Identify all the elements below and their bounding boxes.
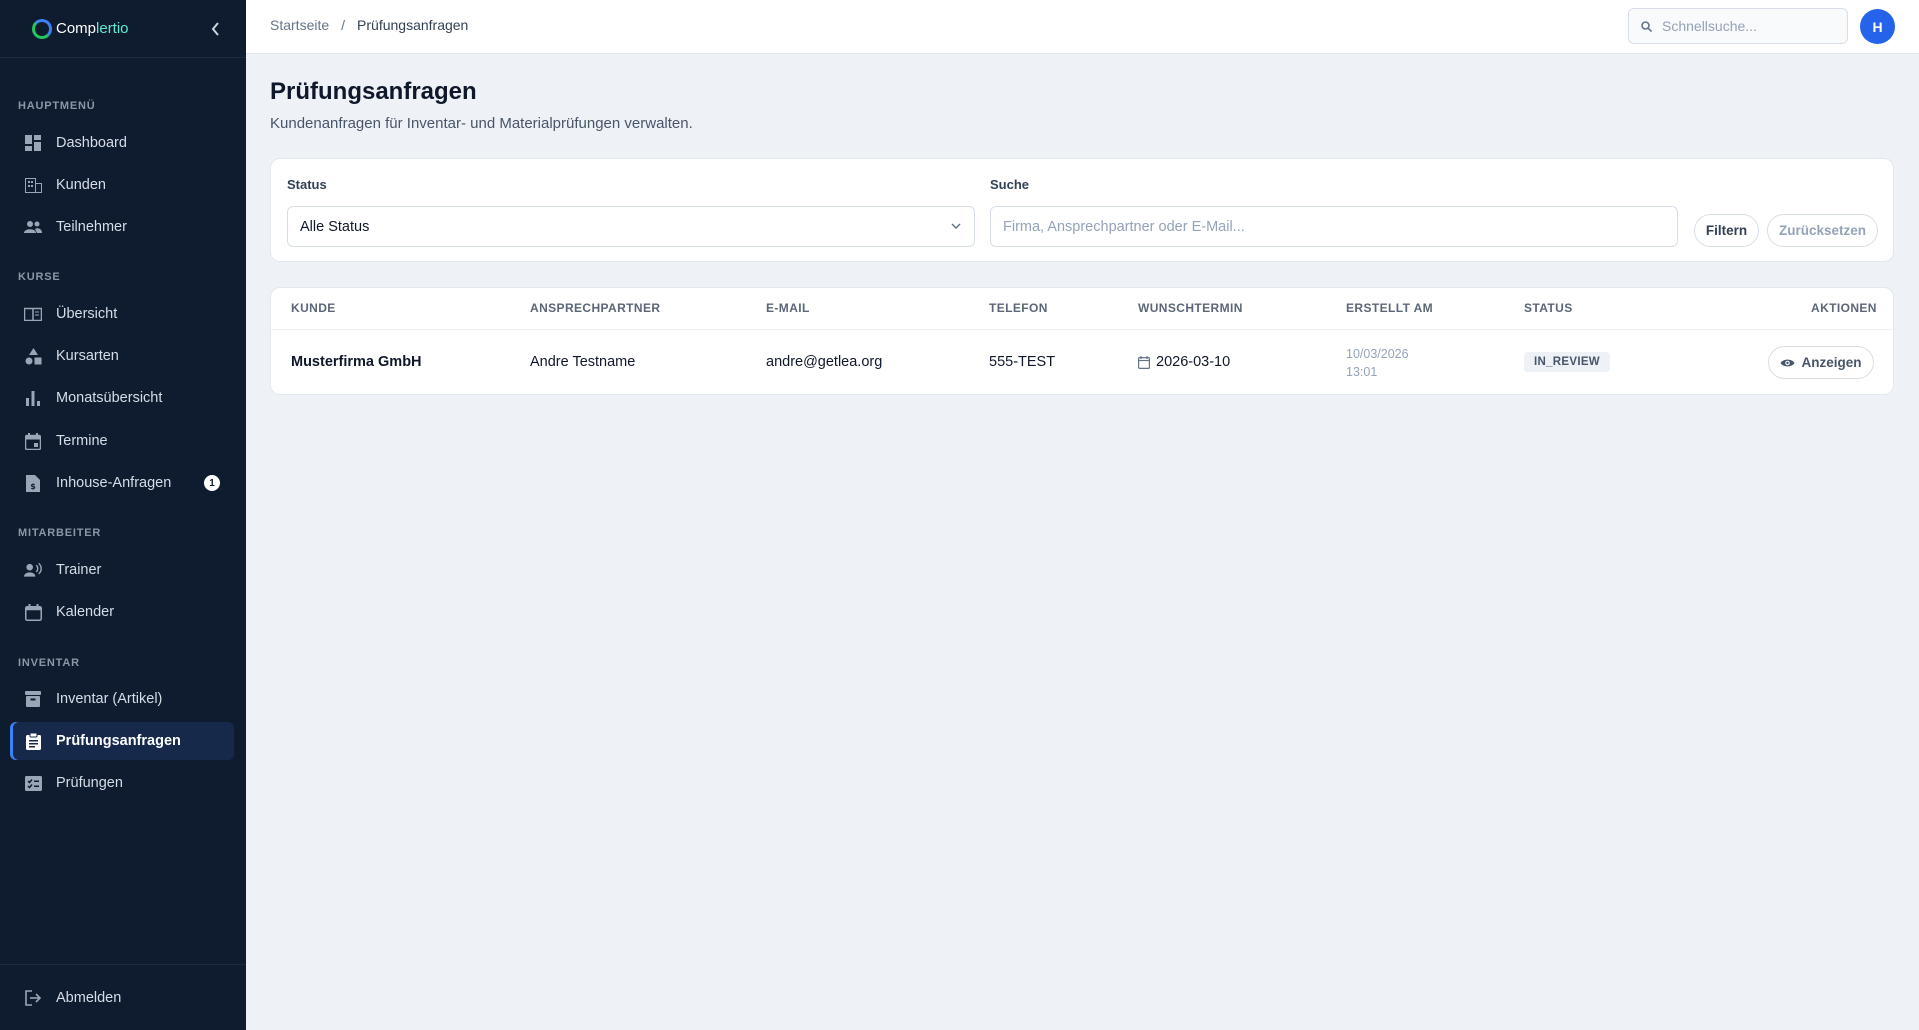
column-header-contact[interactable]: ANSPRECHPARTNER: [530, 301, 660, 315]
sidebar-item-trainer[interactable]: Trainer: [10, 551, 234, 589]
filter-button[interactable]: Filtern: [1694, 214, 1759, 247]
requests-table: KUNDE ANSPRECHPARTNER E-MAIL TELEFON WUN…: [270, 287, 1894, 395]
users-icon: [24, 218, 42, 236]
sidebar-item-kunden[interactable]: Kunden: [10, 166, 234, 204]
column-header-created[interactable]: ERSTELLT AM: [1346, 301, 1433, 315]
breadcrumb-current: Prüfungsanfragen: [357, 17, 469, 33]
sidebar-item-label: Kursarten: [56, 348, 119, 364]
collapse-sidebar-button[interactable]: [206, 19, 224, 39]
logout-label: Abmelden: [56, 990, 122, 1006]
calendar-icon: [24, 603, 42, 621]
search-icon: [1641, 20, 1652, 32]
status-select[interactable]: Alle Status: [287, 206, 975, 247]
sidebar-item-uebersicht[interactable]: Übersicht: [10, 295, 234, 333]
column-header-preferred-date[interactable]: WUNSCHTERMIN: [1138, 301, 1243, 315]
chevron-left-icon: [211, 22, 219, 36]
book-icon: [24, 305, 42, 323]
column-header-actions: AKTIONEN: [1811, 301, 1877, 315]
sidebar-item-label: Inhouse-Anfragen: [56, 475, 172, 491]
sidebar-item-dashboard[interactable]: Dashboard: [10, 124, 234, 162]
breadcrumb-separator: /: [341, 17, 346, 33]
sidebar-item-label: Übersicht: [56, 306, 118, 322]
dashboard-icon: [24, 134, 42, 152]
archive-icon: [24, 690, 42, 708]
sidebar-item-inventar[interactable]: Inventar (Artikel): [10, 680, 234, 718]
cell-contact: Andre Testname: [530, 354, 636, 370]
sidebar-item-pruefungen[interactable]: Prüfungen: [10, 764, 234, 802]
breadcrumb-home[interactable]: Startseite: [270, 17, 329, 33]
preferred-date-value: 2026-03-10: [1156, 354, 1231, 370]
logout-button[interactable]: Abmelden: [10, 979, 234, 1017]
shapes-icon: [24, 347, 42, 365]
cell-customer: Musterfirma GmbH: [291, 354, 422, 370]
status-filter-label: Status: [287, 177, 327, 192]
column-header-email[interactable]: E-MAIL: [766, 301, 810, 315]
sidebar-item-label: Kalender: [56, 604, 115, 620]
cell-preferred-date: 2026-03-10: [1138, 354, 1230, 370]
sidebar-item-inhouse-anfragen[interactable]: $ Inhouse-Anfragen 1: [10, 464, 234, 502]
search-filter-input[interactable]: [990, 206, 1678, 247]
quick-search-input[interactable]: [1662, 18, 1832, 34]
column-header-customer[interactable]: KUNDE: [291, 301, 336, 315]
bar-chart-icon: [24, 389, 42, 407]
sidebar-footer: Abmelden: [0, 964, 246, 1030]
page-title: Prüfungsanfragen: [270, 78, 477, 105]
calendar-icon: [24, 432, 42, 450]
building-icon: [24, 176, 42, 194]
notification-badge: 1: [204, 475, 220, 491]
cell-created: 10/03/2026 13:01: [1346, 345, 1409, 381]
clipboard-icon: [24, 732, 42, 750]
sidebar-item-label: Kunden: [56, 177, 106, 193]
breadcrumb: Startseite / Prüfungsanfragen: [270, 17, 468, 33]
status-badge: IN_REVIEW: [1524, 352, 1610, 372]
status-select-value: Alle Status: [300, 218, 370, 235]
sidebar-item-label: Termine: [56, 433, 108, 449]
table-header: KUNDE ANSPRECHPARTNER E-MAIL TELEFON WUN…: [271, 288, 1893, 330]
section-title-staff: MITARBEITER: [18, 527, 102, 539]
brand[interactable]: Complertio: [0, 0, 246, 58]
cell-email: andre@getlea.org: [766, 354, 883, 370]
section-title-inventory: INVENTAR: [18, 657, 80, 669]
view-button[interactable]: Anzeigen: [1768, 346, 1874, 379]
topbar: Startseite / Prüfungsanfragen H: [246, 0, 1919, 54]
sidebar-item-monatsuebersicht[interactable]: Monatsübersicht: [10, 379, 234, 417]
sidebar-item-pruefungsanfragen[interactable]: Prüfungsanfragen: [10, 722, 234, 760]
document-icon: $: [24, 474, 42, 492]
eye-icon: [1780, 359, 1795, 366]
logo-icon: [32, 18, 52, 39]
brand-name: Complertio: [56, 20, 129, 37]
section-title-courses: KURSE: [18, 271, 61, 283]
checklist-icon: [24, 774, 42, 792]
logout-icon: [24, 989, 42, 1007]
reset-button[interactable]: Zurücksetzen: [1767, 214, 1878, 247]
sidebar: Complertio HAUPTMENÜ Dashboard Kunden Te…: [0, 0, 246, 1030]
sidebar-item-label: Inventar (Artikel): [56, 691, 163, 707]
user-avatar[interactable]: H: [1860, 9, 1895, 44]
column-header-status[interactable]: STATUS: [1524, 301, 1573, 315]
sidebar-item-label: Monatsübersicht: [56, 390, 163, 406]
created-time: 13:01: [1346, 365, 1378, 379]
created-date: 10/03/2026: [1346, 347, 1409, 361]
sidebar-item-teilnehmer[interactable]: Teilnehmer: [10, 208, 234, 246]
quick-search[interactable]: [1628, 8, 1848, 44]
sidebar-item-label: Teilnehmer: [56, 219, 127, 235]
sidebar-item-termine[interactable]: Termine: [10, 422, 234, 460]
sidebar-item-label: Dashboard: [56, 135, 127, 151]
sidebar-item-label: Trainer: [56, 562, 102, 578]
search-filter-label: Suche: [990, 177, 1030, 192]
svg-text:$: $: [30, 482, 36, 491]
sidebar-item-label: Prüfungen: [56, 775, 123, 791]
filter-card: Status Alle Status Suche Filtern Zurücks…: [270, 158, 1894, 262]
sidebar-item-kursarten[interactable]: Kursarten: [10, 337, 234, 375]
sidebar-item-label: Prüfungsanfragen: [56, 733, 181, 749]
calendar-icon: [1138, 355, 1150, 369]
page-subtitle: Kundenanfragen für Inventar- und Materia…: [270, 115, 693, 132]
sidebar-item-kalender[interactable]: Kalender: [10, 593, 234, 631]
trainer-icon: [24, 561, 42, 579]
section-title-main: HAUPTMENÜ: [18, 100, 96, 112]
view-button-label: Anzeigen: [1801, 355, 1862, 370]
column-header-phone[interactable]: TELEFON: [989, 301, 1048, 315]
cell-phone: 555-TEST: [989, 354, 1056, 370]
chevron-down-icon: [951, 223, 961, 230]
